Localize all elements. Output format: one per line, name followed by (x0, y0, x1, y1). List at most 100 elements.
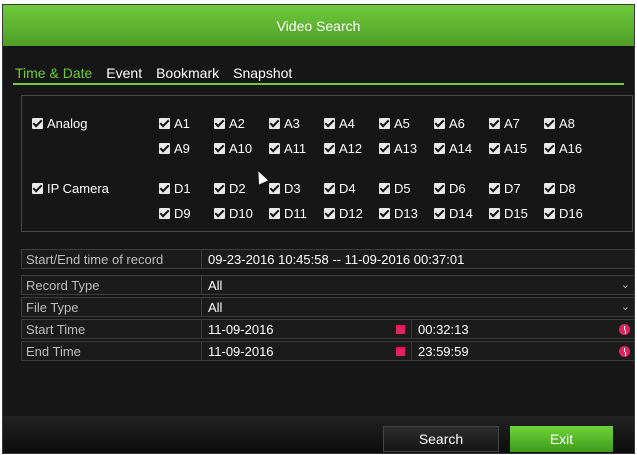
channel-checkbox[interactable]: D5 (379, 181, 411, 196)
channel-label: A9 (174, 141, 190, 156)
channel-label: A5 (394, 116, 410, 131)
end-clock-value: 23:59:59 (418, 344, 469, 359)
channel-checkbox[interactable]: A13 (379, 141, 417, 156)
channel-checkbox[interactable]: D12 (324, 206, 363, 221)
end-date-value: 11-09-2016 (208, 344, 274, 359)
channel-checkbox[interactable]: A8 (544, 116, 575, 131)
checkbox-checked-icon (324, 183, 335, 194)
record-type-value: All (208, 278, 223, 293)
clock-icon[interactable] (619, 324, 630, 335)
channel-checkbox[interactable]: A15 (489, 141, 527, 156)
file-type-select[interactable]: All ⌄ (202, 297, 635, 317)
channel-label: D5 (394, 181, 411, 196)
channel-label: D15 (504, 206, 528, 221)
channel-label: A16 (559, 141, 583, 156)
end-clock-field[interactable]: 23:59:59 (412, 341, 635, 361)
channel-checkbox[interactable]: D13 (379, 206, 418, 221)
video-search-window: Video Search Time & Date Event Bookmark … (2, 4, 635, 454)
record-type-select[interactable]: All ⌄ (202, 275, 635, 295)
end-date-field[interactable]: 11-09-2016 (202, 341, 412, 361)
channel-label: A1 (174, 116, 190, 131)
start-date-field[interactable]: 11-09-2016 (202, 319, 412, 339)
end-time-row: End Time 11-09-2016 23:59:59 (21, 341, 635, 362)
checkbox-checked-icon (269, 143, 280, 154)
channel-selection-panel: Analog IP Camera A1 A2 A3 A4 A5 A6 A7 A8 A9 A10 A1… (21, 95, 633, 232)
channel-checkbox[interactable]: D8 (544, 181, 576, 196)
channel-checkbox[interactable]: D14 (434, 206, 473, 221)
checkbox-checked-icon (214, 208, 225, 219)
tab-underline (13, 83, 624, 85)
search-button[interactable]: Search (383, 426, 499, 452)
file-type-value: All (208, 300, 223, 315)
record-type-label: Record Type (21, 275, 202, 295)
record-range-value: 09-23-2016 10:45:58 -- 11-09-2016 00:37:… (202, 249, 635, 269)
channel-label: A4 (339, 116, 355, 131)
channel-checkbox[interactable]: A6 (434, 116, 465, 131)
end-time-label: End Time (21, 341, 202, 361)
channel-checkbox[interactable]: D9 (159, 206, 191, 221)
checkbox-checked-icon (159, 143, 170, 154)
channel-checkbox[interactable]: A9 (159, 141, 190, 156)
channel-checkbox[interactable]: A11 (269, 141, 306, 156)
channel-checkbox[interactable]: D6 (434, 181, 466, 196)
channel-checkbox[interactable]: A2 (214, 116, 245, 131)
chevron-down-icon: ⌄ (620, 301, 630, 313)
checkbox-checked-icon (379, 118, 390, 129)
channel-label: D16 (559, 206, 583, 221)
record-range-label: Start/End time of record (21, 249, 202, 269)
channel-checkbox[interactable]: D7 (489, 181, 521, 196)
channel-label: A15 (504, 141, 528, 156)
analog-select-all-checkbox[interactable]: Analog (32, 116, 87, 131)
tab-time-date[interactable]: Time & Date (15, 65, 92, 81)
channel-checkbox[interactable]: A7 (489, 116, 520, 131)
channel-label: A6 (449, 116, 465, 131)
checkbox-checked-icon (32, 118, 43, 129)
channel-checkbox[interactable]: D2 (214, 181, 246, 196)
channel-checkbox[interactable]: A14 (434, 141, 472, 156)
channel-checkbox[interactable]: D3 (269, 181, 301, 196)
channel-label: D9 (174, 206, 191, 221)
channel-checkbox[interactable]: D11 (269, 206, 307, 221)
channel-checkbox[interactable]: A3 (269, 116, 300, 131)
channel-label: D7 (504, 181, 521, 196)
channel-checkbox[interactable]: A1 (159, 116, 190, 131)
channel-label: A3 (284, 116, 300, 131)
checkbox-checked-icon (214, 143, 225, 154)
tab-bookmark[interactable]: Bookmark (156, 65, 219, 81)
channel-checkbox[interactable]: A12 (324, 141, 362, 156)
channel-checkbox[interactable]: D16 (544, 206, 583, 221)
channel-checkbox[interactable]: A16 (544, 141, 582, 156)
channel-label: D11 (284, 206, 307, 221)
ip-camera-select-all-checkbox[interactable]: IP Camera (32, 181, 109, 196)
checkbox-checked-icon (489, 208, 500, 219)
checkbox-checked-icon (324, 118, 335, 129)
channel-checkbox[interactable]: D1 (159, 181, 191, 196)
start-clock-field[interactable]: 00:32:13 (412, 319, 635, 339)
channel-checkbox[interactable]: A10 (214, 141, 252, 156)
channel-label: A10 (229, 141, 253, 156)
channel-label: D12 (339, 206, 363, 221)
start-time-label: Start Time (21, 319, 202, 339)
start-date-value: 11-09-2016 (208, 322, 274, 337)
checkbox-checked-icon (434, 118, 445, 129)
clock-icon[interactable] (619, 346, 630, 357)
calendar-icon[interactable] (396, 325, 405, 334)
channel-label: D10 (229, 206, 253, 221)
channel-checkbox[interactable]: D4 (324, 181, 356, 196)
tab-event[interactable]: Event (106, 65, 142, 81)
calendar-icon[interactable] (396, 347, 405, 356)
exit-button[interactable]: Exit (510, 426, 613, 452)
checkbox-checked-icon (32, 183, 43, 194)
tab-snapshot[interactable]: Snapshot (233, 65, 292, 81)
channel-checkbox[interactable]: D15 (489, 206, 528, 221)
checkbox-checked-icon (379, 143, 390, 154)
channel-label: D6 (449, 181, 466, 196)
record-range-row: Start/End time of record 09-23-2016 10:4… (21, 249, 635, 270)
channel-checkbox[interactable]: D10 (214, 206, 253, 221)
channel-checkbox[interactable]: A4 (324, 116, 355, 131)
channel-checkbox[interactable]: A5 (379, 116, 410, 131)
channel-label: D8 (559, 181, 576, 196)
checkbox-checked-icon (159, 118, 170, 129)
file-type-label: File Type (21, 297, 202, 317)
checkbox-checked-icon (324, 143, 335, 154)
